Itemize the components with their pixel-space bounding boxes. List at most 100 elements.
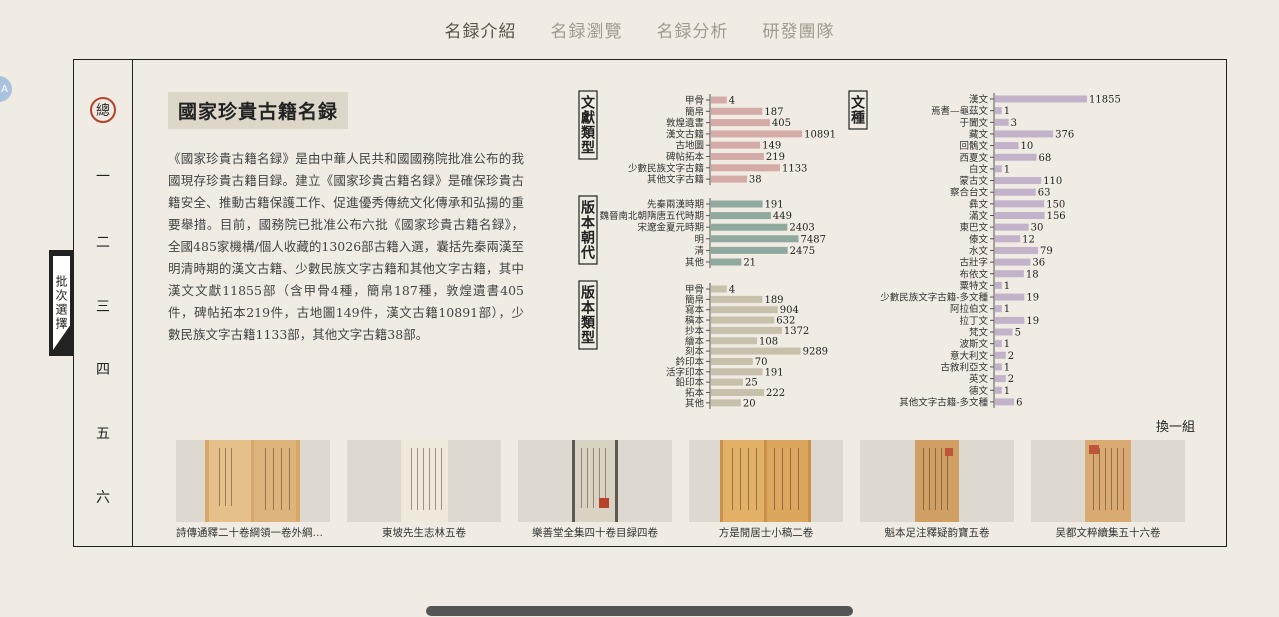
chart-tick-label: 其他文字古籍	[647, 174, 704, 186]
chart-bar	[711, 316, 775, 324]
change-group-button[interactable]: 換一組	[1156, 416, 1195, 435]
chart-tick-label: 魏晉南北朝隋唐五代時期	[599, 210, 704, 222]
chart-bar	[995, 305, 1002, 313]
chart-tick-label: 古敘利亞文	[940, 361, 988, 373]
avatar[interactable]: A	[0, 76, 12, 102]
chart-tick-label: 簡帛	[685, 294, 704, 306]
chart-bar	[711, 285, 727, 293]
chart-tick-label: 梵文	[969, 327, 989, 339]
chart-tick-label: 意大利文	[950, 350, 989, 362]
chart-tick-label: 察合台文	[950, 187, 989, 199]
chart-bar	[995, 351, 1006, 359]
chart-bar	[995, 258, 1031, 266]
chart-tick-label: 藏文	[969, 128, 989, 140]
chart-data-label: 189	[764, 295, 783, 306]
chart-bar	[995, 316, 1025, 324]
chart-bar	[995, 223, 1029, 231]
book-card[interactable]: 吴都文粹續集五十六卷	[1031, 440, 1185, 540]
chart-tick-label: 彝文	[969, 198, 989, 210]
chart-data-label: 12	[1022, 234, 1035, 245]
chart-data-label: 21	[743, 258, 756, 269]
chart-title-char: 文	[581, 95, 596, 112]
chart-bar	[995, 142, 1019, 150]
chart-bar	[995, 212, 1045, 219]
chart-data-label: 156	[1047, 211, 1066, 222]
chart-title-char: 朝	[581, 230, 595, 247]
sidebar-item-label: 五	[96, 426, 110, 442]
chart-tick-label: 東巴文	[959, 222, 988, 234]
chart-data-label: 11855	[1089, 95, 1121, 106]
chart-data-label: 10	[1021, 141, 1034, 152]
chart-tick-label: 西夏文	[959, 152, 988, 164]
chart-data-label: 405	[772, 118, 791, 129]
book-card[interactable]: 詩傳通釋二十卷綱領一卷外綱領一卷	[176, 440, 330, 540]
book-caption: 東坡先生志林五卷	[382, 527, 466, 539]
chart-data-label: 2475	[790, 246, 815, 257]
chart-tick-label: 碑帖拓本	[666, 151, 705, 163]
nav-browse[interactable]: 名録瀏覽	[551, 17, 623, 42]
nav-intro[interactable]: 名録介紹	[445, 17, 517, 42]
chart-bar	[995, 281, 1002, 289]
book-card[interactable]: 東坡先生志林五卷	[347, 440, 501, 540]
chart-bar	[995, 165, 1002, 173]
book-card[interactable]: 方是閒居士小稿二卷	[689, 440, 843, 540]
nav-team[interactable]: 研發團隊	[763, 17, 835, 42]
chart-bar	[995, 246, 1038, 254]
chart-tick-label: 布依文	[959, 268, 988, 280]
chart-data-label: 20	[743, 398, 756, 409]
chart-bar	[711, 200, 763, 208]
chart-tick-label: 抄本	[685, 325, 705, 337]
batch-select-tab[interactable]: 批次選擇	[49, 250, 73, 356]
chart-title-char: 文	[851, 95, 866, 112]
chart-bar	[711, 153, 764, 160]
sidebar-item-5[interactable]: 五	[74, 423, 132, 443]
chart-tick-label: 明	[694, 234, 704, 245]
chart-data-label: 108	[759, 336, 778, 347]
chart-tick-label: 滿文	[969, 210, 989, 222]
chart-tick-label: 敦煌遺書	[666, 117, 704, 129]
statistics-charts: 文獻類型甲骨 4簡帛 187敦煌遺書 405漢文古籍 10891古地圖 149碑帖拓本 21…	[578, 90, 1121, 409]
chart-tick-label: 刻本	[685, 346, 705, 358]
chart-bar	[711, 130, 803, 138]
chart-bar	[995, 177, 1042, 185]
chart-bar	[711, 258, 742, 266]
chart-tick-label: 少數民族文字古籍	[628, 162, 704, 174]
chart-bar	[995, 153, 1037, 161]
chart-tick-label: 寫本	[685, 304, 705, 316]
chart-title-char: 類	[580, 126, 596, 142]
chart-bar	[995, 398, 1015, 406]
chart-data-label: 4	[729, 285, 735, 296]
chart-bar	[995, 386, 1002, 394]
chart-bar	[995, 293, 1025, 301]
chart-tick-label: 波斯文	[959, 338, 988, 350]
chart-bar	[995, 328, 1013, 336]
chart-data-label: 187	[764, 107, 783, 118]
chart-title-char: 代	[580, 245, 595, 262]
chart-bar	[711, 326, 782, 334]
sidebar-item-6[interactable]: 六	[74, 487, 132, 507]
chart-data-label: 1	[1004, 386, 1010, 397]
book-caption: 魁本足注釋疑韵寶五卷	[884, 527, 990, 539]
horizontal-scrollbar[interactable]	[426, 606, 853, 616]
chart-bar	[711, 175, 747, 183]
chart-bar	[995, 188, 1036, 196]
chart-tick-label: 鉛印本	[675, 377, 704, 389]
chart-bar	[711, 246, 788, 254]
book-card[interactable]: 樂善堂全集四十卷目録四卷	[518, 440, 672, 540]
chart-bar	[995, 95, 1087, 103]
chart-bar	[711, 107, 763, 115]
chart-title-char: 型	[581, 140, 595, 157]
chart-tick-label: 清	[694, 245, 704, 257]
chart-data-label: 68	[1039, 153, 1052, 164]
book-caption: 吴都文粹續集五十六卷	[1055, 527, 1161, 539]
chart-tick-label: 回鶻文	[959, 140, 988, 152]
chart-tick-label: 于闐文	[959, 117, 988, 129]
chart-bar	[995, 375, 1006, 383]
chart-bar	[711, 119, 770, 127]
top-nav: 名録介紹 名録瀏覽 名録分析 研發團隊	[0, 17, 1279, 42]
chart-bar	[995, 363, 1002, 371]
chart-data-label: 904	[780, 305, 799, 316]
book-card[interactable]: 魁本足注釋疑韵寶五卷	[860, 440, 1014, 540]
main-frame: 總 一 二 三 四 五 六 國家珍貴古籍名録 《國家珍貴古籍名録》是由中華人民共…	[73, 59, 1227, 547]
nav-analysis[interactable]: 名録分析	[657, 17, 729, 42]
